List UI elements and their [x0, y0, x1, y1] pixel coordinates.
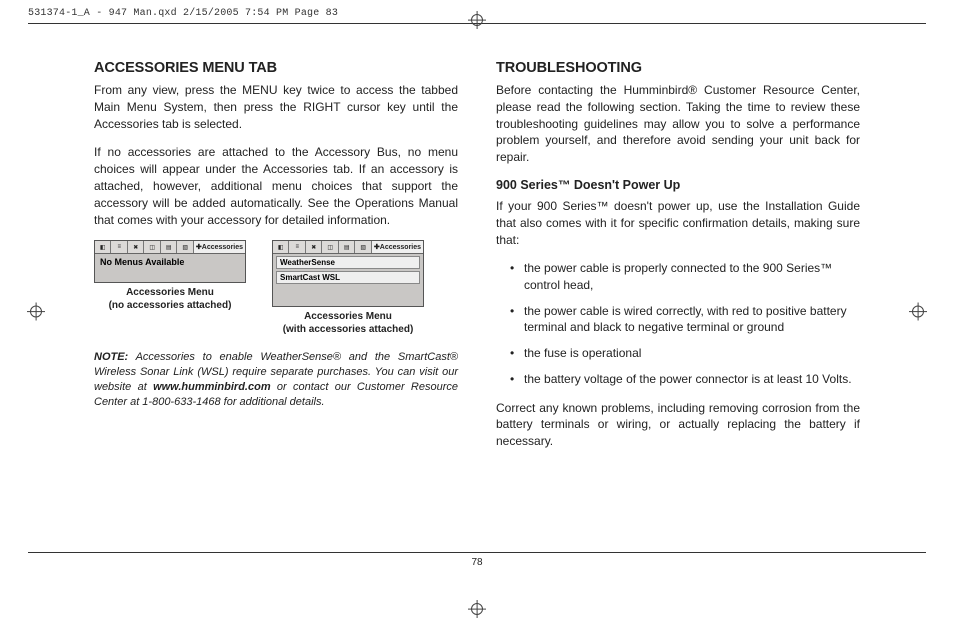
menu-tab-selected: ✚ Accessories	[372, 241, 423, 253]
figure-accessories-attached: ◧ ≡ ✖ ◫ ▤ ▧ ✚ Accessories WeatherSense S…	[272, 240, 424, 336]
caption-line: (no accessories attached)	[109, 300, 232, 311]
menu-tab-icon: ≡	[289, 241, 305, 253]
print-slug: 531374-1_A - 947 Man.qxd 2/15/2005 7:54 …	[28, 8, 338, 19]
registration-mark-icon	[912, 306, 924, 318]
caption-line: Accessories Menu	[126, 287, 214, 298]
list-item: the power cable is properly connected to…	[514, 260, 860, 292]
menu-tab-selected: ✚ Accessories	[194, 241, 245, 253]
heading-troubleshooting: TROUBLESHOOTING	[496, 60, 860, 76]
menu-tab-icon: ◫	[322, 241, 338, 253]
menu-tab-label: Accessories	[202, 244, 243, 251]
menu-screenshot: ◧ ≡ ✖ ◫ ▤ ▧ ✚ Accessories No Menus Avail…	[94, 240, 246, 283]
figure-caption: Accessories Menu (no accessories attache…	[109, 287, 232, 312]
menu-tab-icon: ≡	[111, 241, 127, 253]
menu-tab-icon: ◧	[273, 241, 289, 253]
rule-bottom	[28, 552, 926, 553]
menu-item: WeatherSense	[276, 256, 420, 269]
menu-tab-icon: ▧	[177, 241, 193, 253]
list-item: the battery voltage of the power connect…	[514, 371, 860, 387]
registration-mark-icon	[30, 306, 42, 318]
body-text: Before contacting the Humminbird® Custom…	[496, 82, 860, 166]
figure-accessories-empty: ◧ ≡ ✖ ◫ ▤ ▧ ✚ Accessories No Menus Avail…	[94, 240, 246, 336]
body-text: From any view, press the MENU key twice …	[94, 82, 458, 132]
registration-mark-icon	[471, 603, 483, 615]
menu-tab-icon: ◧	[95, 241, 111, 253]
menu-empty-text: No Menus Available	[98, 256, 242, 268]
column-left: ACCESSORIES MENU TAB From any view, pres…	[94, 60, 458, 462]
bullet-list: the power cable is properly connected to…	[496, 260, 860, 387]
menu-tab-icon: ◫	[144, 241, 160, 253]
menu-item: SmartCast WSL	[276, 271, 420, 284]
page-number: 78	[28, 557, 926, 568]
menu-tab-icon: ▤	[161, 241, 177, 253]
note-text: NOTE: Accessories to enable WeatherSense…	[94, 350, 458, 409]
body-text: If your 900 Series™ doesn't power up, us…	[496, 198, 860, 248]
menu-tab-label: Accessories	[380, 244, 421, 251]
list-item: the power cable is wired correctly, with…	[514, 303, 860, 335]
caption-line: (with accessories attached)	[283, 324, 414, 335]
menu-tabs: ◧ ≡ ✖ ◫ ▤ ▧ ✚ Accessories	[273, 241, 423, 254]
figure-caption: Accessories Menu (with accessories attac…	[283, 311, 414, 336]
list-item: the fuse is operational	[514, 345, 860, 361]
menu-screenshot: ◧ ≡ ✖ ◫ ▤ ▧ ✚ Accessories WeatherSense S…	[272, 240, 424, 307]
body-text: Correct any known problems, including re…	[496, 400, 860, 450]
menu-tab-icon: ✖	[306, 241, 322, 253]
note-label: NOTE:	[94, 351, 128, 363]
menu-tabs: ◧ ≡ ✖ ◫ ▤ ▧ ✚ Accessories	[95, 241, 245, 254]
subheading-power-up: 900 Series™ Doesn't Power Up	[496, 178, 860, 192]
column-right: TROUBLESHOOTING Before contacting the Hu…	[496, 60, 860, 462]
menu-tab-icon: ▧	[355, 241, 371, 253]
menu-tab-icon: ▤	[339, 241, 355, 253]
body-text: If no accessories are attached to the Ac…	[94, 144, 458, 228]
registration-mark-icon	[471, 14, 483, 26]
heading-accessories: ACCESSORIES MENU TAB	[94, 60, 458, 76]
caption-line: Accessories Menu	[304, 311, 392, 322]
menu-tab-icon: ✖	[128, 241, 144, 253]
note-url: www.humminbird.com	[153, 381, 271, 393]
